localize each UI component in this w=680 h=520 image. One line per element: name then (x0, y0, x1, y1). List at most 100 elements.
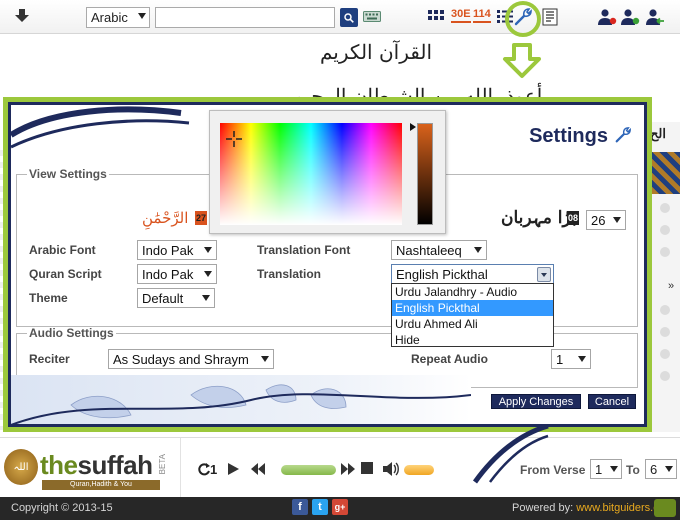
volume-slider[interactable] (404, 465, 434, 475)
chevron-down-icon (610, 466, 618, 472)
decorative-swirl (11, 106, 190, 149)
rewind-icon[interactable] (250, 462, 266, 476)
user-login-icon[interactable] (643, 8, 665, 26)
site-logo[interactable]: thesuffah (40, 450, 153, 481)
audio-settings-legend: Audio Settings (29, 326, 114, 340)
nav-dot[interactable] (660, 327, 670, 337)
translation-label: Translation (257, 267, 322, 281)
search-button[interactable] (340, 8, 358, 27)
translation-dropdown-list: Urdu Jalandhry - Audio English Pickthal … (391, 283, 554, 347)
arabic-font-value: Indo Pak (142, 243, 194, 258)
audio-player-bar: اللہ thesuffah Quran,Hadith & You BETA 1… (0, 424, 680, 498)
progress-track[interactable] (281, 465, 336, 475)
nav-dot[interactable] (660, 305, 670, 315)
beta-label: BETA (158, 454, 167, 475)
from-verse-select[interactable]: 1 (590, 459, 622, 479)
fast-forward-icon[interactable] (340, 462, 356, 476)
chevron-down-icon (474, 247, 482, 253)
google-plus-icon[interactable]: g+ (332, 499, 348, 515)
nav-dot[interactable] (660, 349, 670, 359)
chevron-down-icon (138, 13, 146, 19)
keyboard-icon[interactable] (363, 11, 381, 22)
translation-font-select[interactable]: Nashtaleeq (391, 240, 487, 260)
chevron-down-icon (665, 466, 673, 472)
wrench-icon[interactable] (513, 7, 533, 27)
repeat-counter: 1 (210, 462, 218, 477)
color-picker-field[interactable] (220, 123, 402, 225)
theme-select[interactable]: Default (137, 288, 215, 308)
dialog-title: Settings (529, 125, 608, 147)
font-size-select[interactable]: 26 (586, 210, 626, 230)
chevron-down-icon (204, 247, 212, 253)
repeat-audio-value: 1 (556, 352, 564, 367)
arabic-font-select[interactable]: Indo Pak (137, 240, 217, 260)
hue-pointer-icon (410, 123, 416, 131)
color-picker-brightness-bar[interactable] (417, 123, 433, 225)
site-tagline: Quran,Hadith & You (42, 480, 160, 490)
nav-dot[interactable] (660, 371, 670, 381)
bookmark-page-icon[interactable] (541, 8, 561, 26)
user-logout-icon[interactable] (597, 8, 617, 26)
volume-icon[interactable] (382, 462, 400, 476)
arabic-font-label: Arabic Font (29, 243, 96, 257)
reciter-select[interactable]: As Sudays and Shraym (108, 349, 274, 369)
download-arrow-icon[interactable] (14, 9, 30, 23)
repeat-audio-select[interactable]: 1 (551, 349, 591, 369)
repeat-audio-label: Repeat Audio (411, 352, 488, 366)
facebook-icon[interactable]: f (292, 499, 308, 515)
translation-option[interactable]: Urdu Jalandhry - Audio (392, 284, 553, 300)
divider (180, 438, 181, 498)
powered-by: Powered by: www.bitguiders.com (512, 502, 674, 514)
translation-font-value: Nashtaleeq (396, 243, 462, 258)
to-verse-value: 6 (650, 462, 658, 477)
color-picker (209, 110, 446, 234)
footer-logo (654, 499, 676, 517)
to-verse-label: To (626, 463, 640, 477)
site-logo-badge: اللہ (4, 449, 38, 485)
chevron-down-icon (613, 217, 621, 223)
translation-font-label: Translation Font (257, 243, 351, 257)
double-chevron-right-icon[interactable]: » (668, 280, 674, 292)
translation-select[interactable]: English Pickthal (391, 264, 554, 284)
language-select[interactable]: Arabic (86, 7, 150, 28)
repeat-icon[interactable] (197, 462, 211, 476)
arabic-ayah-badge: 27 (195, 211, 207, 225)
apply-changes-button[interactable]: Apply Changes (491, 394, 581, 409)
powered-by-label: Powered by: (512, 502, 577, 514)
nav-dot[interactable] (660, 247, 670, 257)
surah-index-icon[interactable]: 114 (473, 8, 491, 23)
quran-title: القرآن الكريم (320, 40, 433, 64)
from-verse-value: 1 (595, 462, 603, 477)
language-select-value: Arabic (91, 10, 128, 25)
font-size-value: 26 (591, 213, 606, 228)
nav-dot[interactable] (660, 225, 670, 235)
view-settings-legend: View Settings (29, 167, 107, 181)
cancel-button[interactable]: Cancel (588, 394, 636, 409)
quran-script-select[interactable]: Indo Pak (137, 264, 217, 284)
chevron-down-icon (578, 356, 586, 362)
right-panel-text: الح (650, 126, 666, 141)
down-arrow-annotation-icon (503, 43, 541, 78)
nav-dot[interactable] (660, 203, 670, 213)
chevron-down-icon (204, 271, 212, 277)
crosshair-icon (226, 131, 242, 147)
translation-option[interactable]: Hide (392, 332, 553, 348)
stop-icon[interactable] (361, 462, 373, 474)
search-input[interactable] (155, 7, 335, 28)
chevron-down-icon (537, 267, 551, 282)
top-toolbar: Arabic 30E 114 (0, 0, 680, 37)
play-icon[interactable] (226, 462, 240, 476)
ornament-pattern (652, 152, 680, 194)
user-register-icon[interactable] (620, 8, 640, 26)
reciter-value: As Sudays and Shraym (113, 352, 249, 367)
translation-option-selected[interactable]: English Pickthal (392, 300, 553, 316)
translation-option[interactable]: Urdu Ahmed Ali (392, 316, 553, 332)
wrench-icon (615, 127, 631, 143)
to-verse-select[interactable]: 6 (645, 459, 677, 479)
chevron-down-icon (202, 295, 210, 301)
chevron-down-icon (261, 356, 269, 362)
juz-index-icon[interactable]: 30E (451, 8, 471, 23)
twitter-icon[interactable]: t (312, 499, 328, 515)
theme-label: Theme (29, 291, 68, 305)
grid-view-icon[interactable] (426, 8, 446, 26)
